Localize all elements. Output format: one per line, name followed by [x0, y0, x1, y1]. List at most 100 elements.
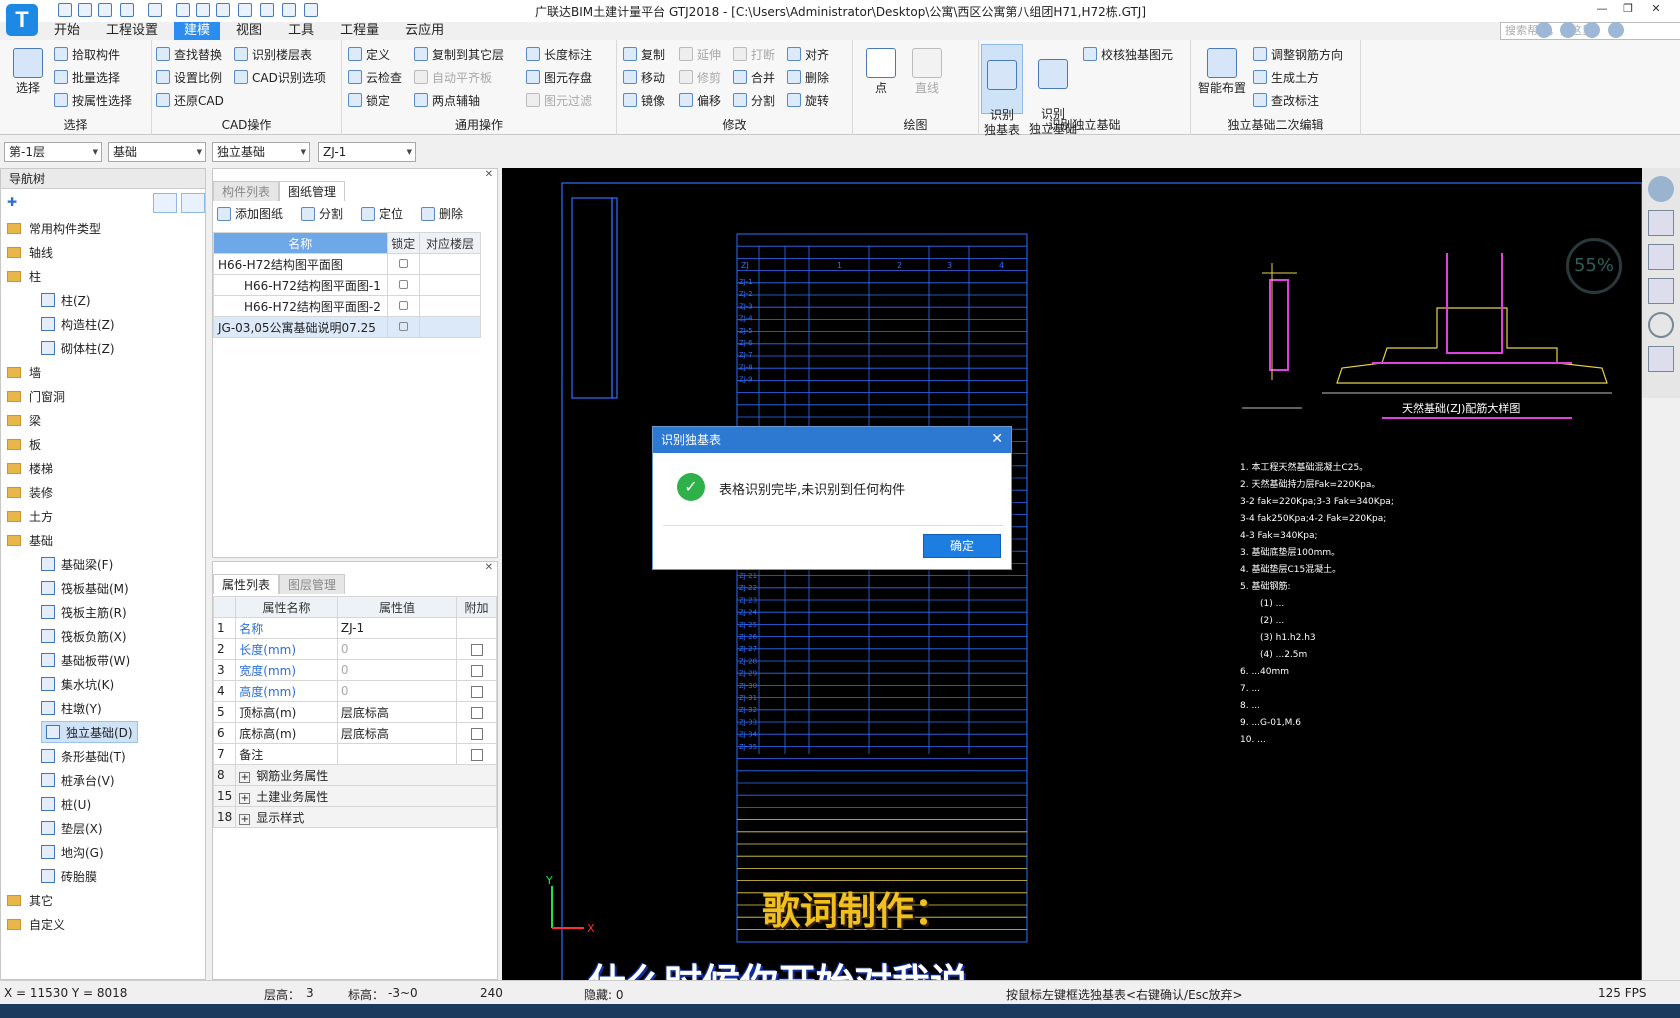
break-button[interactable]: 打断 [733, 44, 775, 64]
floor-cell[interactable] [419, 295, 481, 317]
nav-item[interactable]: 独立基础(D) [41, 721, 138, 743]
lock-icon[interactable] [398, 280, 408, 289]
nav-item[interactable]: 砖胎膜 [41, 865, 97, 887]
nav-item[interactable]: 筏板基础(M) [41, 577, 129, 599]
define-button[interactable]: 定义 [348, 44, 390, 64]
copy-button[interactable]: 复制 [623, 44, 665, 64]
identify-floor-table-button[interactable]: 识别楼层表 [234, 44, 312, 64]
extra-checkbox[interactable] [470, 685, 483, 698]
lock-button[interactable]: 锁定 [348, 90, 390, 110]
lock-icon[interactable] [398, 301, 408, 310]
new-file-icon[interactable] [58, 3, 72, 17]
drawing-row[interactable]: H66-H72结构图平面图 [213, 253, 481, 275]
extra-checkbox[interactable] [470, 706, 483, 719]
nav-item[interactable]: 楼梯 [7, 457, 53, 479]
nav-item[interactable]: 集水坑(K) [41, 673, 114, 695]
open-file-icon[interactable] [78, 3, 92, 17]
nav-item[interactable]: 装修 [7, 481, 53, 503]
app-logo[interactable]: T [6, 4, 38, 36]
lock-icon[interactable] [398, 259, 408, 268]
save-element-button[interactable]: 图元存盘 [526, 67, 592, 87]
dialog-close-icon[interactable]: ✕ [991, 431, 1003, 447]
property-row[interactable]: 1 名称 ZJ-1 [212, 617, 497, 639]
col-floor[interactable]: 对应楼层 [419, 232, 481, 254]
cad-canvas[interactable]: ZJ 1 2 3 4 ZJ-1 ZJ-2 ZJ-3 ZJ-4 ZJ-5 ZJ-6 ZJ-7 ZJ-8 ZJ… [502, 168, 1642, 980]
split-button[interactable]: 分割 [733, 90, 775, 110]
delete-button[interactable]: 删除 [787, 67, 829, 87]
restore-cad-button[interactable]: 还原CAD [156, 90, 224, 110]
list-icon[interactable] [196, 3, 210, 17]
drawing-row[interactable]: H66-H72结构图平面图-2 [213, 295, 481, 317]
property-row[interactable]: 2 长度(mm) 0 [212, 638, 497, 660]
property-row[interactable]: 6 底标高(m) 层底标高 [212, 722, 497, 744]
expand-icon[interactable]: + [239, 771, 251, 783]
nav-item[interactable]: 筏板负筋(X) [41, 625, 127, 647]
menu-project-settings[interactable]: 工程设置 [96, 22, 168, 40]
property-value[interactable]: 层底标高 [336, 722, 458, 744]
element-filter-button[interactable]: 图元过滤 [526, 90, 592, 110]
floor-cell[interactable] [419, 274, 481, 296]
floor-cell[interactable] [419, 316, 481, 338]
nav-item[interactable]: 构造柱(Z) [41, 313, 115, 335]
split-drawing-button[interactable]: 分割 [301, 205, 343, 222]
extra-checkbox[interactable] [470, 664, 483, 677]
export-icon[interactable] [304, 3, 318, 17]
property-row[interactable]: 7 备注 [212, 743, 497, 765]
property-value[interactable] [336, 743, 458, 765]
redo-icon[interactable] [148, 3, 162, 17]
close-property-icon[interactable]: ✕ [485, 562, 493, 573]
nav-item[interactable]: 轴线 [7, 241, 53, 263]
refresh-icon[interactable] [1648, 312, 1674, 338]
expand-icon[interactable]: + [239, 813, 251, 825]
nav-item[interactable]: 基础板带(W) [41, 649, 130, 671]
nav-item[interactable]: 门窗洞 [7, 385, 65, 407]
image-icon[interactable] [238, 3, 252, 17]
close-panel-icon[interactable]: ✕ [485, 169, 493, 180]
chat-icon[interactable] [1584, 22, 1600, 38]
property-row[interactable]: 8 + 钢筋业务属性 [212, 764, 497, 786]
menu-tools[interactable]: 工具 [278, 22, 324, 40]
nav-item[interactable]: 柱(Z) [41, 289, 91, 311]
two-point-axis-button[interactable]: 两点辅轴 [414, 90, 480, 110]
expand-icon[interactable]: + [239, 792, 251, 804]
help-icon[interactable] [1608, 22, 1624, 38]
check-footing-button[interactable]: 校核独基图元 [1083, 44, 1173, 64]
nav-item[interactable]: 基础 [7, 529, 53, 551]
add-drawing-button[interactable]: 添加图纸 [217, 205, 283, 222]
draw-line-button[interactable]: 直线 [907, 48, 947, 96]
nav-item[interactable]: 其它 [7, 889, 53, 911]
save-icon[interactable] [98, 3, 112, 17]
cube-icon[interactable] [1648, 278, 1674, 304]
property-row[interactable]: 15 + 土建业务属性 [212, 785, 497, 807]
nav-item[interactable]: 砌体柱(Z) [41, 337, 115, 359]
nav-item[interactable]: 常用构件类型 [7, 217, 101, 239]
offset-button[interactable]: 偏移 [679, 90, 721, 110]
align-button[interactable]: 对齐 [787, 44, 829, 64]
length-dim-button[interactable]: 长度标注 [526, 44, 592, 64]
move-button[interactable]: 移动 [623, 67, 665, 87]
trim-button[interactable]: 修剪 [679, 67, 721, 87]
batch-select-button[interactable]: 批量选择 [54, 67, 120, 87]
tab-drawing-management[interactable]: 图纸管理 [279, 181, 346, 201]
drawing-row[interactable]: JG-03,05公寓基础说明07.25 [213, 316, 481, 338]
minimize-icon[interactable]: — [1592, 2, 1612, 18]
ok-button[interactable]: 确定 [923, 534, 1001, 558]
property-row[interactable]: 3 宽度(mm) 0 [212, 659, 497, 681]
3d-icon[interactable] [1648, 210, 1674, 236]
pen-icon[interactable] [260, 3, 274, 17]
property-value[interactable]: ZJ-1 [336, 617, 458, 639]
nav-item[interactable]: 柱 [7, 265, 41, 287]
nav-item[interactable]: 柱墩(Y) [41, 697, 102, 719]
view-icon[interactable] [216, 3, 230, 17]
identify-footing-table-button[interactable]: 识别 独基表 [981, 44, 1023, 137]
select-button[interactable]: 选择 [8, 48, 48, 96]
nav-item[interactable]: 自定义 [7, 913, 65, 935]
cad-options-button[interactable]: CAD识别选项 [234, 67, 326, 87]
menu-quantity[interactable]: 工程量 [330, 22, 389, 40]
grid-icon[interactable] [1648, 346, 1674, 372]
nav-item[interactable]: 土方 [7, 505, 53, 527]
nav-item[interactable]: 梁 [7, 409, 41, 431]
bell-icon[interactable] [1560, 22, 1576, 38]
extend-button[interactable]: 延伸 [679, 44, 721, 64]
mirror-button[interactable]: 镜像 [623, 90, 665, 110]
